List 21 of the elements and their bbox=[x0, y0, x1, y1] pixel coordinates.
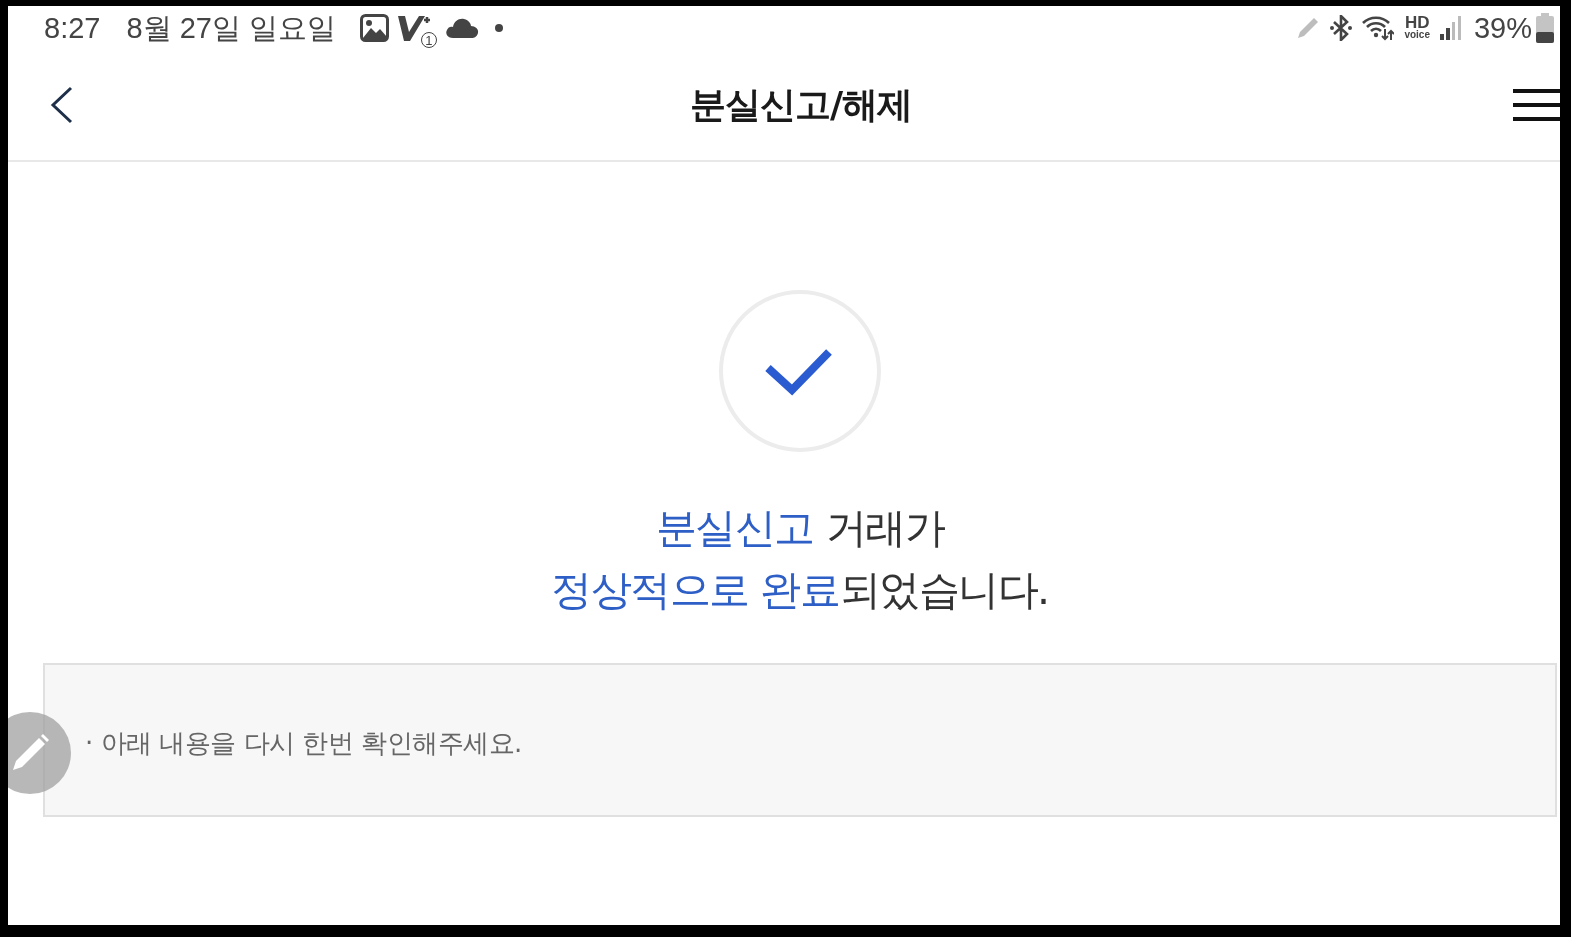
menu-icon bbox=[1513, 88, 1560, 122]
back-chevron-icon bbox=[50, 86, 74, 124]
cloud-icon bbox=[444, 17, 479, 39]
battery-percent: 39% bbox=[1473, 13, 1532, 43]
signal-icon bbox=[1439, 16, 1462, 40]
notice-text: · 아래 내용을 다시 한번 확인해주세요. bbox=[85, 726, 523, 760]
success-check-icon bbox=[718, 289, 882, 453]
notification-count-badge: 1 bbox=[420, 32, 437, 48]
result-message: 분실신고 거래가 정상적으로 완료되었습니다. bbox=[551, 503, 1049, 616]
menu-button[interactable] bbox=[1513, 88, 1560, 122]
page-title: 분실신고/해제 bbox=[689, 82, 913, 127]
bluetooth-icon bbox=[1330, 15, 1353, 41]
dot-icon bbox=[494, 24, 503, 32]
clock-time: 8:27 bbox=[44, 13, 101, 43]
status-date: 8월 27일 일요일 bbox=[126, 13, 336, 43]
image-icon bbox=[359, 14, 389, 42]
battery-icon bbox=[1536, 13, 1554, 43]
wifi-icon bbox=[1362, 15, 1395, 41]
pencil-icon bbox=[1296, 16, 1321, 40]
pencil-icon bbox=[10, 733, 50, 773]
hd-voice-label: HD voice bbox=[1404, 16, 1430, 40]
